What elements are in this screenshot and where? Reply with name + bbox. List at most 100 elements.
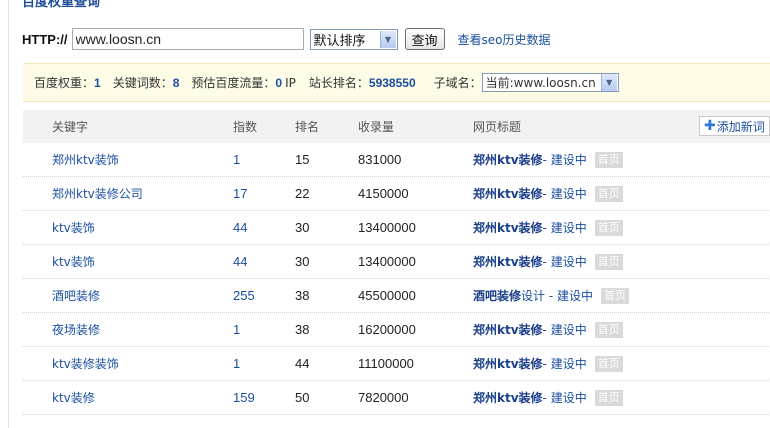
row-indexed: 45500000 xyxy=(358,288,416,303)
table-header: 关键字 指数 排名 收录量 网页标题 ✚ 添加新词 xyxy=(23,110,770,143)
row-index[interactable]: 44 xyxy=(233,245,247,278)
url-input[interactable] xyxy=(71,28,304,50)
row-title-strong[interactable]: 郑州ktv装修 xyxy=(473,321,543,338)
row-title[interactable]: 郑州ktv装修 - 建设中 首页 xyxy=(473,245,623,278)
home-badge[interactable]: 首页 xyxy=(594,151,623,168)
traffic-value: 0 xyxy=(275,75,283,90)
row-index[interactable]: 255 xyxy=(233,279,255,312)
row-title-rest[interactable]: - 建设中 xyxy=(543,151,587,168)
row-indexed: 16200000 xyxy=(358,322,416,337)
row-keyword[interactable]: 郑州ktv装饰 xyxy=(52,143,119,176)
query-form: HTTP:// 默认排序 ▼ 查询 查看seo历史数据 xyxy=(22,26,551,52)
table-row: 夜场装修 1 38 16200000 郑州ktv装修 - 建设中 首页 xyxy=(23,313,770,347)
keyword-count-label: 关键词数： xyxy=(112,76,173,90)
webmaster-rank-value[interactable]: 5938550 xyxy=(369,76,416,90)
row-indexed: 4150000 xyxy=(358,186,409,201)
protocol-label: HTTP:// xyxy=(22,31,68,47)
row-indexed: 831000 xyxy=(358,152,402,167)
row-title[interactable]: 郑州ktv装修 - 建设中 首页 xyxy=(473,313,623,346)
row-title-strong[interactable]: 郑州ktv装修 xyxy=(473,151,543,168)
subdomain-stat: 子域名： 当前:www.loosn.cn ▼ xyxy=(434,73,619,92)
row-rank: 30 xyxy=(295,254,310,269)
keyword-count-value: 8 xyxy=(172,75,180,90)
row-indexed: 7820000 xyxy=(358,390,409,405)
home-badge[interactable]: 首页 xyxy=(594,253,623,270)
row-keyword[interactable]: ktv装饰 xyxy=(52,211,95,244)
sort-select[interactable]: 默认排序 ▼ xyxy=(309,28,398,50)
header-indexed: 收录量 xyxy=(358,120,395,134)
row-index[interactable]: 17 xyxy=(233,177,247,210)
row-title-rest[interactable]: - 建设中 xyxy=(543,355,587,372)
row-rank: 50 xyxy=(295,390,310,405)
row-title-strong[interactable]: 郑州ktv装修 xyxy=(473,355,543,372)
subdomain-select-value: 当前:www.loosn.cn xyxy=(485,76,596,90)
row-rank: 38 xyxy=(295,288,310,303)
row-index[interactable]: 1 xyxy=(233,347,240,380)
row-title[interactable]: 酒吧装修 设计 - 建设中 首页 xyxy=(473,279,629,312)
row-title[interactable]: 郑州ktv装修 - 建设中 首页 xyxy=(473,143,623,176)
home-badge[interactable]: 首页 xyxy=(594,321,623,338)
baidu-weight-stat: 百度权重： 1 xyxy=(34,74,101,91)
row-title-strong[interactable]: 郑州ktv装修 xyxy=(473,185,543,202)
row-title-strong[interactable]: 郑州ktv装修 xyxy=(473,219,543,236)
baidu-weight-label: 百度权重： xyxy=(34,76,95,90)
row-index[interactable]: 1 xyxy=(233,313,240,346)
row-title-rest[interactable]: - 建设中 xyxy=(543,185,587,202)
row-rank: 30 xyxy=(295,220,310,235)
table-row: ktv装饰 44 30 13400000 郑州ktv装修 - 建设中 首页 xyxy=(23,245,770,279)
row-title-strong[interactable]: 酒吧装修 xyxy=(473,287,521,304)
row-rank: 38 xyxy=(295,322,310,337)
subdomain-select[interactable]: 当前:www.loosn.cn ▼ xyxy=(481,73,619,92)
row-title-rest[interactable]: - 建设中 xyxy=(543,389,587,406)
row-index[interactable]: 1 xyxy=(233,143,240,176)
table-row: 酒吧装修 255 38 45500000 酒吧装修 设计 - 建设中 首页 xyxy=(23,279,770,313)
row-title-rest[interactable]: 设计 - 建设中 xyxy=(521,287,593,304)
row-index[interactable]: 159 xyxy=(233,381,255,414)
home-badge[interactable]: 首页 xyxy=(594,389,623,406)
row-index[interactable]: 44 xyxy=(233,211,247,244)
page-title: 百度权重查询 xyxy=(22,0,101,10)
table-row: ktv装饰 44 30 13400000 郑州ktv装修 - 建设中 首页 xyxy=(23,211,770,245)
row-keyword[interactable]: 酒吧装修 xyxy=(52,279,100,312)
row-title-strong[interactable]: 郑州ktv装修 xyxy=(473,253,543,270)
traffic-label: 预估百度流量： xyxy=(191,76,276,90)
header-index: 指数 xyxy=(233,120,258,134)
seo-history-link[interactable]: 查看seo历史数据 xyxy=(458,31,551,48)
chevron-down-icon[interactable]: ▼ xyxy=(600,74,617,91)
row-indexed: 11100000 xyxy=(358,356,414,371)
row-title-rest[interactable]: - 建设中 xyxy=(543,253,587,270)
row-title-rest[interactable]: - 建设中 xyxy=(543,321,587,338)
chevron-down-icon[interactable]: ▼ xyxy=(379,30,396,48)
row-keyword[interactable]: 夜场装修 xyxy=(52,313,100,346)
subdomain-label: 子域名： xyxy=(433,76,482,90)
add-keyword-button[interactable]: ✚ 添加新词 xyxy=(699,116,770,136)
row-title[interactable]: 郑州ktv装修 - 建设中 首页 xyxy=(473,381,623,414)
row-title-rest[interactable]: - 建设中 xyxy=(543,219,587,236)
webmaster-rank-label: 站长排名： xyxy=(308,76,369,90)
row-title[interactable]: 郑州ktv装修 - 建设中 首页 xyxy=(473,347,623,380)
table-row: 郑州ktv装修公司 17 22 4150000 郑州ktv装修 - 建设中 首页 xyxy=(23,177,770,211)
query-button[interactable]: 查询 xyxy=(404,28,445,50)
row-rank: 15 xyxy=(295,152,310,167)
header-rank: 排名 xyxy=(295,120,320,134)
row-indexed: 13400000 xyxy=(358,254,416,269)
row-keyword[interactable]: 郑州ktv装修公司 xyxy=(52,177,143,210)
home-badge[interactable]: 首页 xyxy=(594,219,623,236)
row-keyword[interactable]: ktv装饰 xyxy=(52,245,95,278)
traffic-unit: IP xyxy=(285,75,296,90)
row-title[interactable]: 郑州ktv装修 - 建设中 首页 xyxy=(473,177,623,210)
table-row: ktv装修 159 50 7820000 郑州ktv装修 - 建设中 首页 xyxy=(23,381,770,415)
home-badge[interactable]: 首页 xyxy=(600,287,629,304)
traffic-stat: 预估百度流量： 0 IP xyxy=(191,74,295,91)
baidu-weight-value: 1 xyxy=(94,75,101,90)
row-keyword[interactable]: ktv装修装饰 xyxy=(52,347,119,380)
row-title[interactable]: 郑州ktv装修 - 建设中 首页 xyxy=(473,211,623,244)
row-title-strong[interactable]: 郑州ktv装修 xyxy=(473,389,543,406)
row-rank: 44 xyxy=(295,356,310,371)
home-badge[interactable]: 首页 xyxy=(594,355,623,372)
row-rank: 22 xyxy=(295,186,310,201)
stats-bar: 百度权重： 1 关键词数： 8 预估百度流量： 0 IP 站长排名： 59385… xyxy=(23,63,770,102)
table-row: ktv装修装饰 1 44 11100000 郑州ktv装修 - 建设中 首页 xyxy=(23,347,770,381)
home-badge[interactable]: 首页 xyxy=(594,185,623,202)
row-keyword[interactable]: ktv装修 xyxy=(52,381,95,414)
